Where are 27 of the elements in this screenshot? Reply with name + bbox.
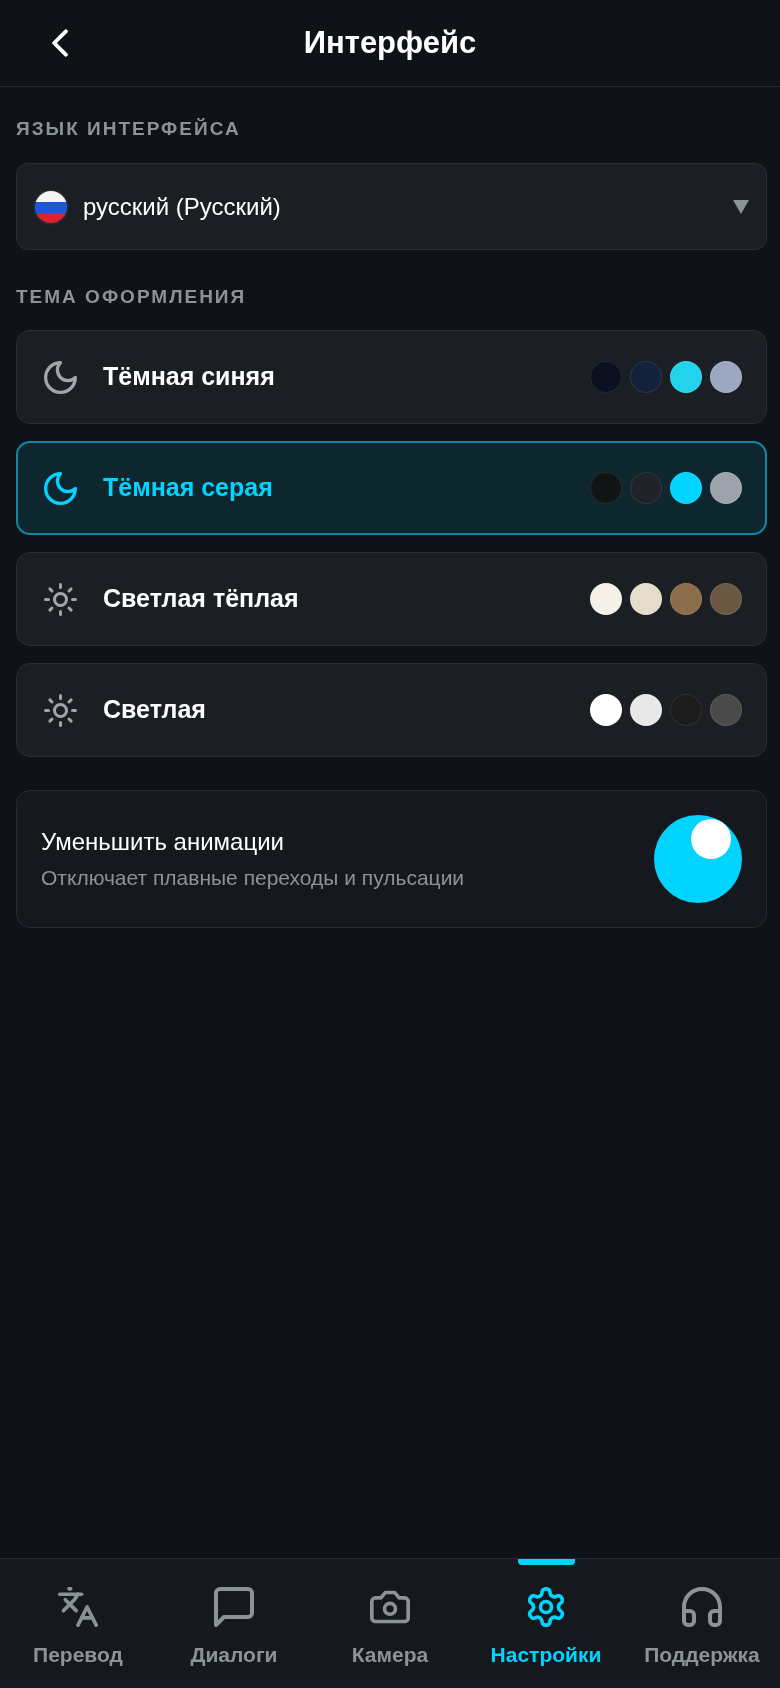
translate-icon [58,1587,98,1627]
moon-icon [44,360,77,394]
chat-bubble-icon [214,1587,254,1627]
settings-icon [526,1587,566,1627]
moon-icon [44,471,77,505]
sun-icon [44,693,77,727]
theme-option[interactable]: Светлая [16,663,767,757]
headphones-icon [682,1587,722,1627]
section-label: ТЕМА ОФОРМЛЕНИЯ [16,285,248,309]
nav-tab[interactable]: Диалоги [156,1559,312,1688]
theme-option[interactable]: Светлая тёплая [16,552,767,646]
active-tab-indicator [517,1559,575,1565]
section-label: ЯЗЫК ИНТЕРФЕЙСА [16,117,242,141]
setting-description: Отключает плавные переходы и пульсации [41,864,465,890]
setting-title: Уменьшить анимации [41,828,285,857]
nav-tab[interactable]: Настройки [468,1559,624,1688]
nav-tab[interactable]: Поддержка [624,1559,780,1688]
sun-icon [44,582,77,616]
language-select[interactable]: русский (Русский) [16,163,767,250]
nav-tab[interactable]: Камера [312,1559,468,1688]
flag-icon [33,188,69,225]
caret-icon [733,199,749,214]
back-icon[interactable] [51,29,69,57]
nav-tab[interactable]: Перевод [0,1559,156,1688]
theme-option[interactable]: Тёмная серая [16,441,767,535]
theme-option[interactable]: Тёмная синяя [16,330,767,424]
page-title: Интерфейс [303,24,477,62]
